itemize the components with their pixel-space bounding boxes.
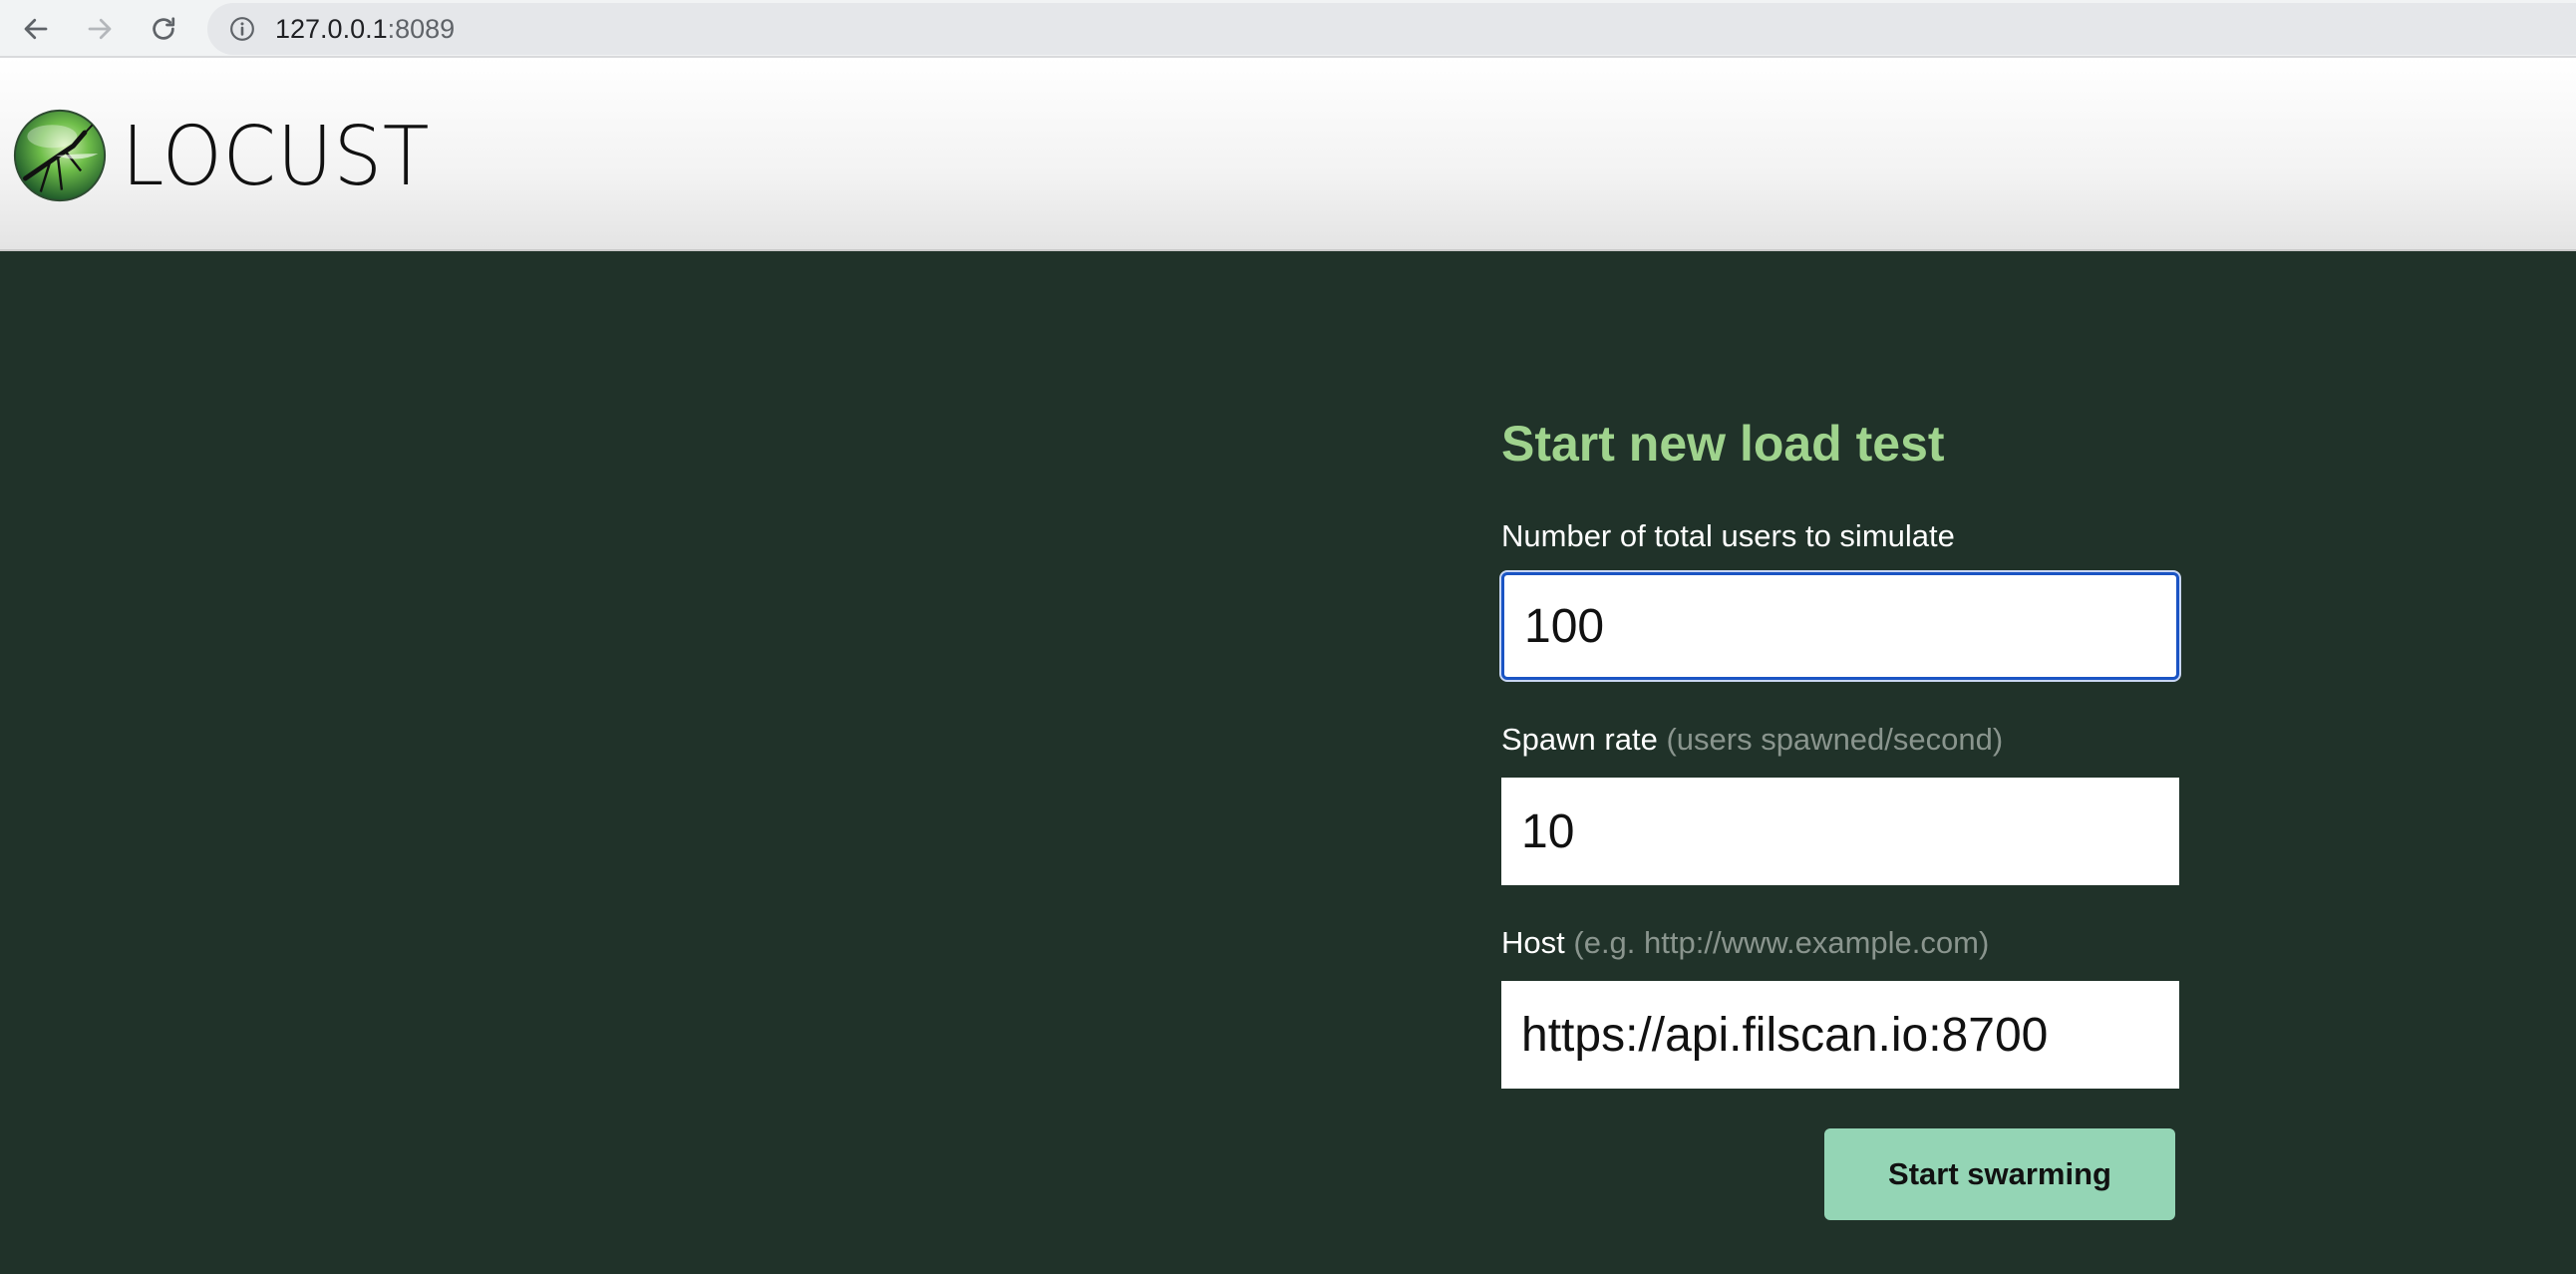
spawn-rate-label: Spawn rate (users spawned/second) bbox=[1501, 722, 2003, 758]
app-header: LOCUST bbox=[0, 58, 2576, 251]
url-port: :8089 bbox=[387, 14, 456, 44]
back-button[interactable] bbox=[14, 8, 58, 50]
reload-icon bbox=[153, 17, 175, 40]
start-swarming-button[interactable]: Start swarming bbox=[1824, 1128, 2175, 1220]
brand-name: LOCUST bbox=[122, 110, 431, 204]
spawn-rate-hint: (users spawned/second) bbox=[1666, 722, 2004, 757]
forward-button[interactable] bbox=[78, 8, 122, 50]
browser-toolbar: 127.0.0.1:8089 bbox=[0, 0, 2576, 58]
url-host: 127.0.0.1 bbox=[275, 14, 388, 44]
host-label: Host (e.g. http://www.example.com) bbox=[1501, 925, 1989, 961]
host-hint: (e.g. http://www.example.com) bbox=[1573, 925, 1990, 960]
users-input[interactable] bbox=[1501, 572, 2179, 680]
host-label-text: Host bbox=[1501, 925, 1565, 960]
url-text[interactable]: 127.0.0.1:8089 bbox=[275, 13, 455, 45]
form-title: Start new load test bbox=[1501, 416, 1945, 472]
info-icon[interactable] bbox=[229, 16, 255, 42]
users-label: Number of total users to simulate bbox=[1501, 518, 1955, 553]
arrow-right-icon bbox=[88, 18, 112, 40]
reload-button[interactable] bbox=[142, 8, 185, 50]
spawn-rate-label-text: Spawn rate bbox=[1501, 722, 1658, 757]
host-input[interactable] bbox=[1501, 981, 2179, 1089]
address-bar[interactable]: 127.0.0.1:8089 bbox=[207, 3, 2576, 55]
spawn-rate-input[interactable] bbox=[1501, 778, 2179, 885]
arrow-left-icon bbox=[24, 18, 48, 40]
locust-logo-icon[interactable] bbox=[12, 108, 108, 203]
